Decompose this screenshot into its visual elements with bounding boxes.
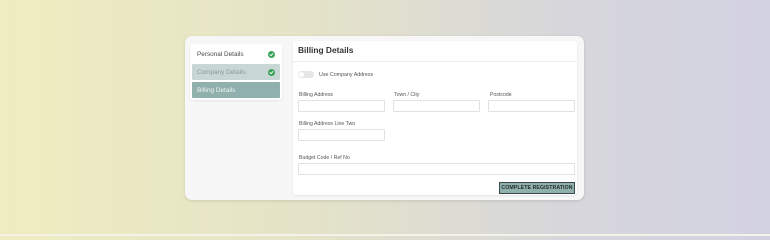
- billing-address-two-input[interactable]: [298, 129, 385, 141]
- panel-title: Billing Details: [298, 45, 354, 55]
- sidebar-item-label: Personal Details: [197, 50, 244, 58]
- use-company-address-row: Use Company Address: [298, 71, 373, 78]
- bottom-strip: [0, 234, 770, 236]
- billing-address-two-label: Billing Address Line Two: [299, 121, 356, 127]
- steps-sidebar: Personal Details Company Details Billing…: [190, 44, 282, 100]
- check-circle-icon: [268, 68, 275, 76]
- sidebar-item-personal-details[interactable]: Personal Details: [192, 46, 280, 62]
- budget-code-label: Budget Code / Ref No: [299, 155, 350, 161]
- use-company-address-label: Use Company Address: [319, 71, 374, 78]
- sidebar-item-company-details[interactable]: Company Details: [192, 64, 280, 80]
- town-city-label: Town / City: [394, 92, 420, 98]
- registration-card: Personal Details Company Details Billing…: [185, 36, 584, 200]
- use-company-address-toggle[interactable]: [298, 71, 314, 78]
- sidebar-item-billing-details[interactable]: Billing Details: [192, 82, 280, 98]
- check-circle-icon: [268, 50, 275, 58]
- budget-code-input[interactable]: [298, 163, 575, 175]
- town-city-input[interactable]: [393, 100, 480, 112]
- postcode-input[interactable]: [488, 100, 575, 112]
- billing-details-panel: Billing Details Use Company Address Bill…: [293, 41, 577, 195]
- billing-address-input[interactable]: [298, 100, 385, 112]
- title-divider: [293, 61, 577, 62]
- sidebar-item-label: Billing Details: [197, 86, 236, 94]
- postcode-label: Postcode: [490, 92, 512, 98]
- billing-address-label: Billing Address: [299, 92, 334, 98]
- complete-registration-button[interactable]: COMPLETE REGISTRATION: [499, 182, 575, 194]
- sidebar-item-label: Company Details: [197, 68, 246, 76]
